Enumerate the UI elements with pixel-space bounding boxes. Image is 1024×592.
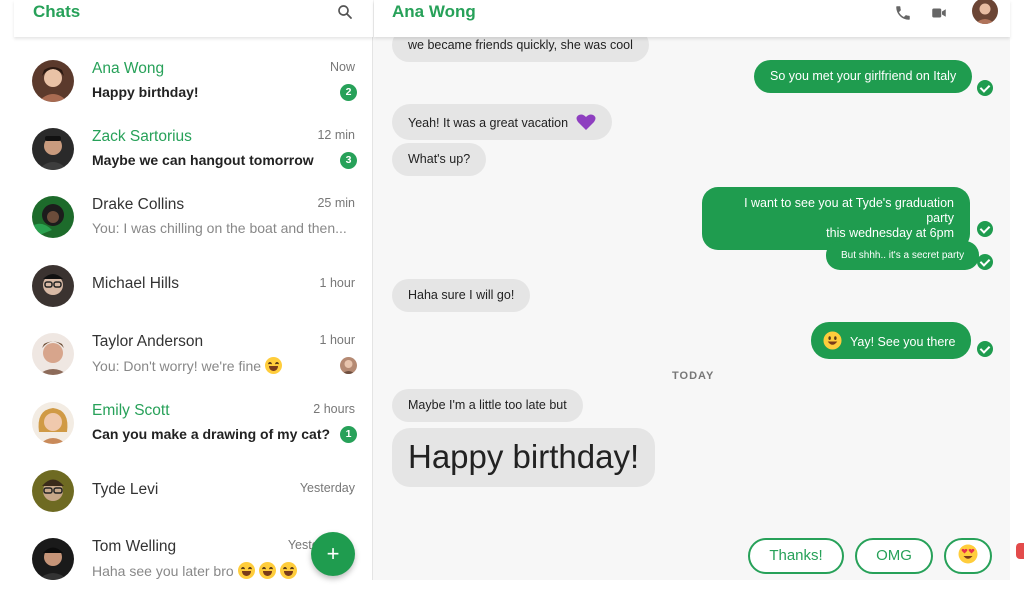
chat-last-message: Maybe we can hangout tomorrow (92, 152, 314, 168)
chat-last-message: Haha see you later bro (92, 562, 297, 579)
conversation-header: Ana Wong (374, 0, 1010, 37)
chat-last-message: Happy birthday! (92, 84, 199, 100)
chat-last-message-text: Haha see you later bro (92, 563, 234, 579)
chat-name: Tyde Levi (92, 481, 159, 498)
heart-eyes-emoji-icon (958, 544, 978, 564)
conversation-title: Ana Wong (392, 2, 476, 21)
message-text: this wednesday at 6pm (826, 226, 954, 240)
chat-time: 12 min (317, 128, 355, 142)
quick-reply-thanks[interactable]: Thanks! (748, 538, 844, 574)
chat-item-tyde-levi[interactable]: Tyde Levi Yesterday (14, 456, 373, 524)
laughing-emoji-icon (258, 562, 276, 579)
chat-item-michael-hills[interactable]: Michael Hills 1 hour (14, 251, 373, 319)
purple-heart-icon (576, 114, 596, 130)
chat-last-message: Can you make a drawing of my cat? (92, 426, 331, 442)
chat-name: Zack Sartorius (92, 128, 192, 145)
chat-list-panel: Chats Ana Wong Happy birthday! Now 2 Zac… (14, 0, 373, 580)
search-icon[interactable] (336, 3, 354, 21)
quick-reply-heart-eyes[interactable] (944, 538, 992, 574)
read-receipt-avatar (340, 357, 357, 374)
avatar (32, 402, 74, 444)
message-text: Yay! See you there (850, 335, 956, 349)
message-incoming: Haha sure I will go! (392, 279, 531, 312)
chat-app: Chats Ana Wong Happy birthday! Now 2 Zac… (14, 0, 1010, 580)
chat-time: Now (329, 60, 355, 74)
video-camera-icon[interactable] (930, 4, 948, 22)
smiley-emoji-icon (823, 331, 842, 350)
message-outgoing: But shhh.. it's a secret party (826, 241, 980, 270)
unread-badge: 2 (340, 84, 357, 101)
chat-name: Drake Collins (92, 196, 185, 213)
read-check-icon (977, 80, 993, 96)
message-outgoing: Yay! See you there (811, 322, 972, 359)
phone-icon[interactable] (894, 4, 912, 22)
avatar (32, 470, 74, 512)
chat-list-header: Chats (14, 0, 373, 37)
avatar (32, 538, 74, 580)
message-incoming: Yeah! It was a great vacation (392, 104, 612, 140)
chat-time: 1 hour (319, 333, 355, 347)
chat-item-ana-wong[interactable]: Ana Wong Happy birthday! Now 2 (14, 47, 373, 115)
chat-name: Emily Scott (92, 402, 170, 419)
message-incoming-large: Happy birthday! (392, 428, 656, 487)
chat-name: Ana Wong (92, 60, 165, 77)
avatar (32, 333, 74, 375)
chat-name: Taylor Anderson (92, 333, 204, 350)
message-text: Yeah! It was a great vacation (408, 116, 569, 130)
avatar (32, 60, 74, 102)
read-check-icon (977, 341, 993, 357)
chat-time: Yesterday (299, 481, 355, 495)
avatar (32, 196, 74, 238)
new-chat-button[interactable]: + (311, 532, 355, 576)
avatar (32, 265, 74, 307)
unread-badge: 1 (340, 426, 357, 443)
message-outgoing: So you met your girlfriend on Italy (754, 60, 973, 93)
grin-sweat-emoji-icon (265, 357, 283, 374)
message-incoming: Maybe I'm a little too late but (392, 389, 583, 422)
chat-time: 2 hours (313, 402, 355, 416)
laughing-emoji-icon (237, 562, 255, 579)
chat-list-title: Chats (33, 2, 81, 21)
chat-item-zack-sartorius[interactable]: Zack Sartorius Maybe we can hangout tomo… (14, 115, 373, 183)
message-incoming: What's up? (392, 143, 487, 176)
chat-item-drake-collins[interactable]: Drake Collins You: I was chilling on the… (14, 183, 373, 251)
chat-name: Tom Welling (92, 538, 177, 555)
laughing-emoji-icon (279, 562, 297, 579)
conversation-panel: Ana Wong we became friends quickly, she … (374, 0, 1010, 580)
chat-name: Michael Hills (92, 275, 179, 292)
quick-reply-omg[interactable]: OMG (855, 538, 933, 574)
read-check-icon (977, 254, 993, 270)
message-text: I want to see you at Tyde's graduation p… (744, 196, 954, 225)
chat-last-message: You: Don't worry! we're fine (92, 357, 283, 374)
chat-item-emily-scott[interactable]: Emily Scott Can you make a drawing of my… (14, 388, 373, 456)
edge-overlay-marker (1016, 543, 1024, 559)
day-separator: TODAY (672, 370, 715, 382)
read-check-icon (977, 221, 993, 237)
contact-avatar[interactable] (972, 0, 998, 24)
unread-badge: 3 (340, 152, 357, 169)
chat-last-message: You: I was chilling on the boat and then… (92, 220, 347, 236)
chat-time: 1 hour (319, 276, 355, 290)
chat-time: 25 min (317, 196, 355, 210)
avatar (32, 128, 74, 170)
chat-item-taylor-anderson[interactable]: Taylor Anderson You: Don't worry! we're … (14, 320, 373, 388)
chat-last-message-text: You: Don't worry! we're fine (92, 358, 262, 374)
